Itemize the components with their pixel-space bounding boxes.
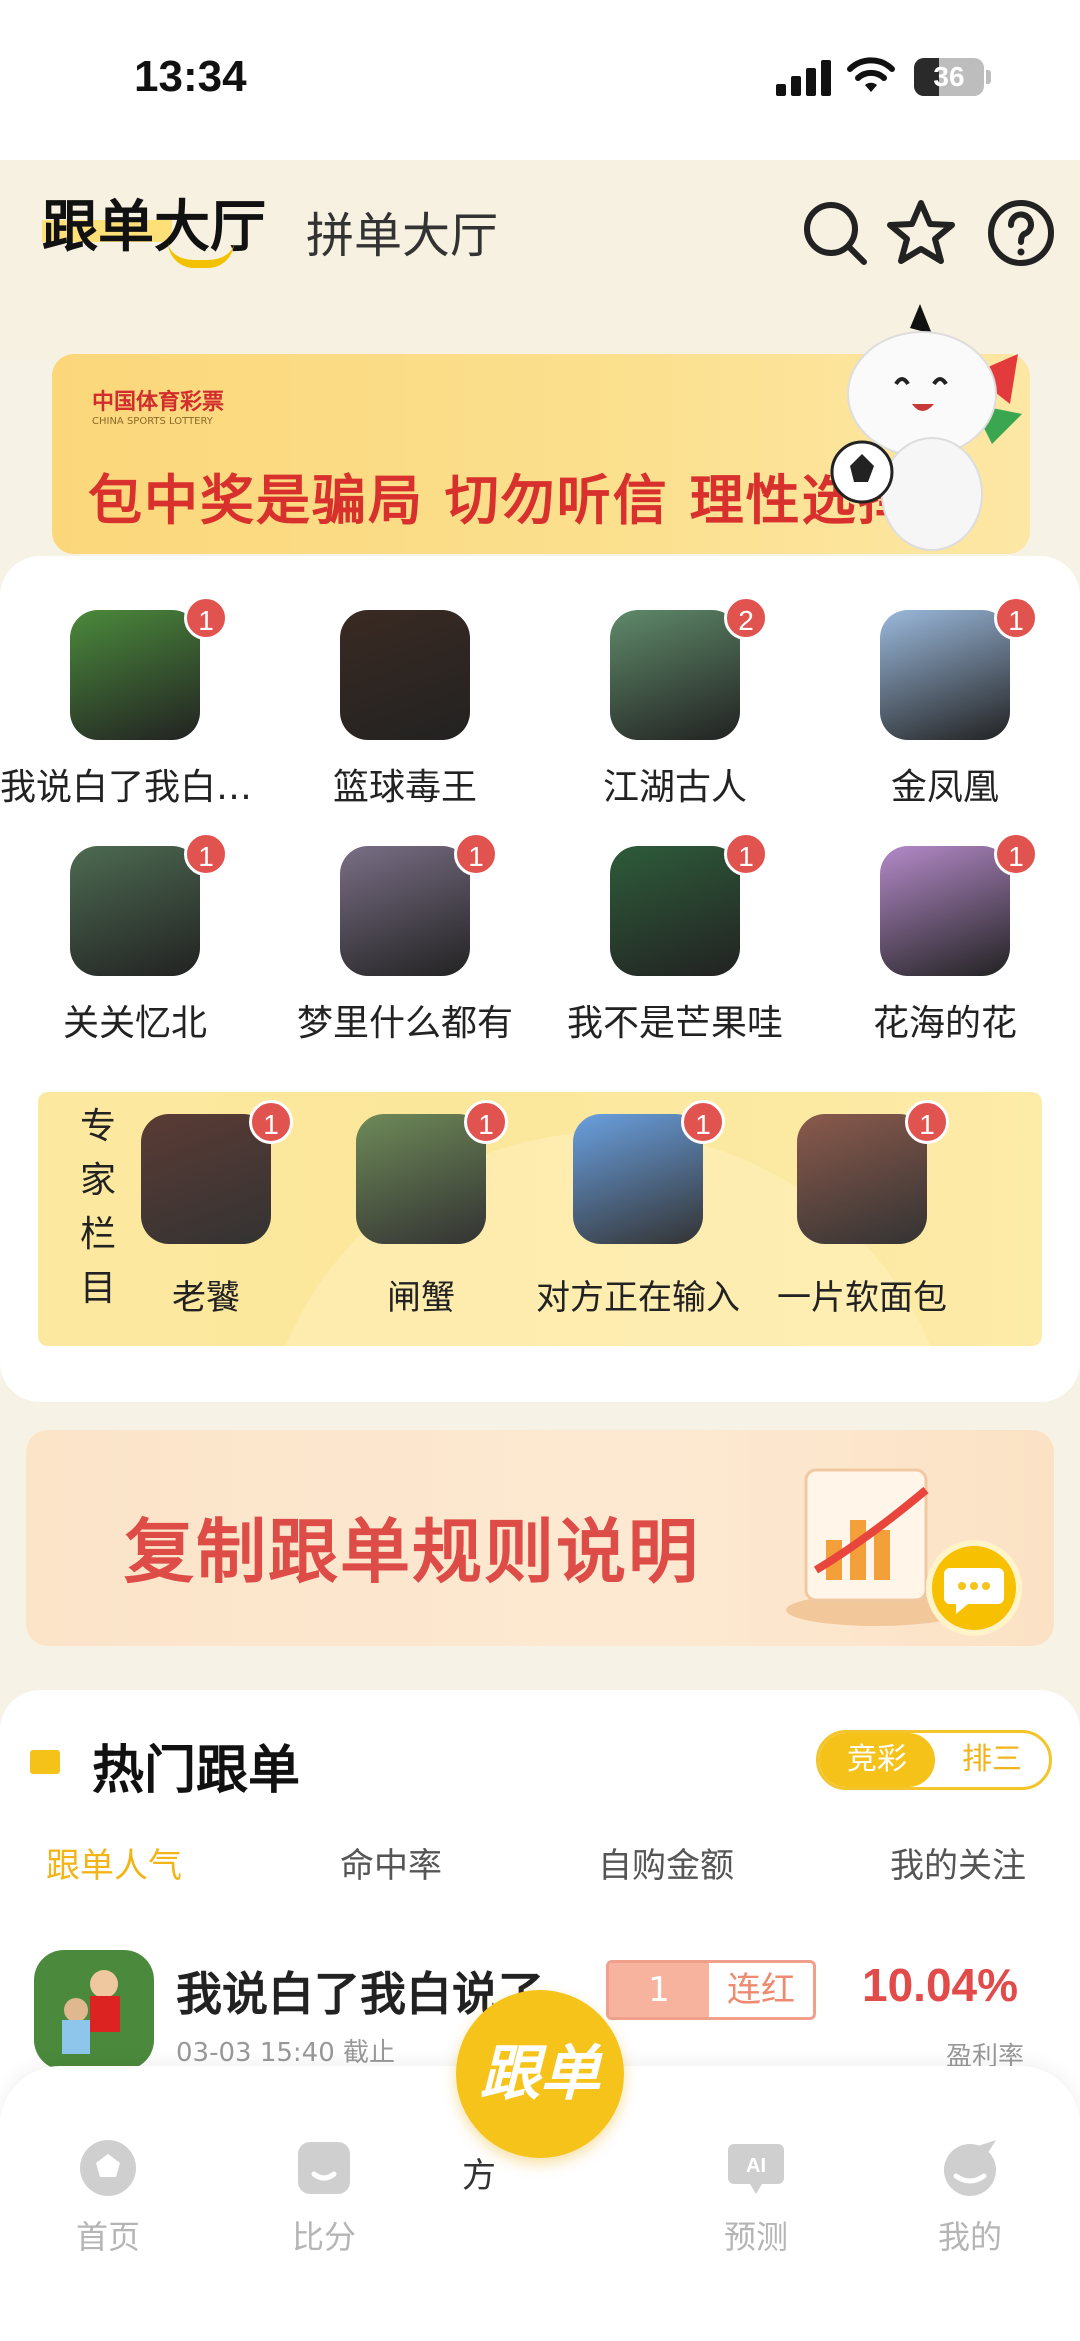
streak-badge: 1 连红: [606, 1960, 816, 2020]
lottery-warning-banner[interactable]: 中国体育彩票 CHINA SPORTS LOTTERY 包中奖是骗局 切勿听信 …: [52, 304, 1030, 554]
nav-predict[interactable]: AI 预测: [686, 2136, 826, 2258]
nav-home-label: 首页: [75, 2218, 140, 2256]
expert-avatar: [70, 846, 200, 976]
unread-badge: 1: [454, 832, 498, 876]
expert-item[interactable]: 1 金凤凰: [810, 596, 1080, 818]
expert-name: 篮球毒王: [332, 767, 477, 808]
unread-badge: 2: [724, 596, 768, 640]
expert-item[interactable]: 2 江湖古人: [540, 596, 810, 818]
expert-name: 梦里什么都有: [296, 1003, 513, 1044]
lottery-slogan: 包中奖是骗局 切勿听信 理性选择: [88, 468, 914, 532]
expert-avatar: [610, 846, 740, 976]
expert-avatar: [880, 846, 1010, 976]
follow-fab-button[interactable]: 跟单: [456, 1990, 624, 2158]
score-icon: [298, 2142, 350, 2194]
sort-tab-hit-rate[interactable]: 命中率: [340, 1838, 442, 1887]
unread-badge: 1: [681, 1100, 725, 1144]
expert-name: 我不是芒果哇: [566, 1003, 783, 1044]
tab-group-hall[interactable]: 拼单大厅: [306, 196, 498, 266]
expert-item[interactable]: 1 花海的花: [810, 832, 1080, 1054]
profile-icon: [944, 2140, 996, 2196]
expert-avatar: [880, 610, 1010, 740]
wifi-icon: [847, 57, 895, 92]
expert-avatar: [610, 610, 740, 740]
unread-badge: 1: [724, 832, 768, 876]
column-expert-name: 一片软面包: [777, 1278, 947, 1318]
star-icon[interactable]: [886, 198, 956, 268]
expert-avatar: [340, 846, 470, 976]
row-avatar: [34, 1950, 154, 2070]
nav-score-label: 比分: [291, 2218, 356, 2256]
row-deadline: 03-03 15:40 截止: [176, 2038, 396, 2068]
segment-jingcai[interactable]: 竞彩: [819, 1733, 935, 1787]
expert-item[interactable]: 1 梦里什么都有: [270, 832, 540, 1054]
expert-name: 关关忆北: [62, 1003, 207, 1044]
battery-level: 36: [933, 61, 965, 92]
expert-item[interactable]: 1 关关忆北: [0, 832, 270, 1054]
nav-partial-text: 方: [462, 2156, 496, 2196]
expert-name: 我说白了我白说了: [0, 767, 270, 808]
streak-label: 连红: [727, 1970, 795, 2010]
lottery-type-toggle: 竞彩 排三: [816, 1730, 1052, 1790]
expert-name: 金凤凰: [890, 767, 999, 808]
profit-rate: 10.04%: [862, 1959, 1019, 2011]
unread-badge: 1: [994, 832, 1038, 876]
section-marker: [30, 1750, 60, 1774]
battery-icon: 36: [914, 58, 984, 96]
signal-icon: [776, 60, 832, 96]
ai-chat-icon: AI: [728, 2144, 784, 2194]
sort-tab-my-follows[interactable]: 我的关注: [890, 1838, 1026, 1887]
nav-home[interactable]: 首页: [38, 2136, 178, 2258]
expert-column-label: 专家栏目: [79, 1106, 116, 1309]
nav-predict-label: 预测: [723, 2218, 788, 2256]
expert-avatar: [70, 610, 200, 740]
sort-tab-self-purchase[interactable]: 自购金额: [598, 1838, 734, 1887]
svg-text:AI: AI: [746, 2155, 766, 2177]
tab-active-indicator: [168, 242, 234, 268]
status-time: 13:34: [134, 52, 247, 101]
segment-paisan[interactable]: 排三: [935, 1733, 1049, 1787]
unread-badge: 1: [184, 832, 228, 876]
nav-score[interactable]: 比分: [254, 2136, 394, 2258]
search-icon[interactable]: [800, 198, 870, 268]
hot-follow-title: 热门跟单: [92, 1741, 301, 1801]
unread-badge: 1: [994, 596, 1038, 640]
unread-badge: 1: [184, 596, 228, 640]
mascot-icon: [830, 304, 1022, 551]
chat-bubble-icon: [944, 1568, 1004, 1614]
nav-mine-label: 我的: [937, 2218, 1002, 2256]
expert-item[interactable]: 篮球毒王: [270, 608, 540, 818]
status-bar: 13:34 36: [0, 0, 1080, 160]
home-ball-icon: [80, 2140, 136, 2196]
battery-tip: [986, 70, 991, 84]
unread-badge: 1: [905, 1100, 949, 1144]
expert-item[interactable]: 1 我不是芒果哇: [540, 832, 810, 1054]
copy-rules-banner[interactable]: 复制跟单规则说明: [26, 1430, 1054, 1646]
copy-rules-text: 复制跟单规则说明: [124, 1510, 700, 1593]
nav-mine[interactable]: 我的: [900, 2136, 1040, 2258]
sort-tab-popularity[interactable]: 跟单人气: [46, 1838, 182, 1887]
expert-name: 江湖古人: [602, 767, 747, 808]
streak-count: 1: [609, 1963, 709, 2017]
expert-item[interactable]: 1 我说白了我白说了: [0, 596, 270, 818]
expert-avatar: [340, 610, 470, 740]
chat-icon[interactable]: [926, 1540, 1022, 1636]
column-expert-item[interactable]: 1 一片软面包: [727, 1100, 997, 1324]
expert-name: 花海的花: [872, 1003, 1017, 1044]
help-icon[interactable]: [986, 198, 1056, 268]
unread-badge: 1: [464, 1100, 508, 1144]
china-sports-lottery-logo: 中国体育彩票 CHINA SPORTS LOTTERY: [92, 390, 225, 427]
